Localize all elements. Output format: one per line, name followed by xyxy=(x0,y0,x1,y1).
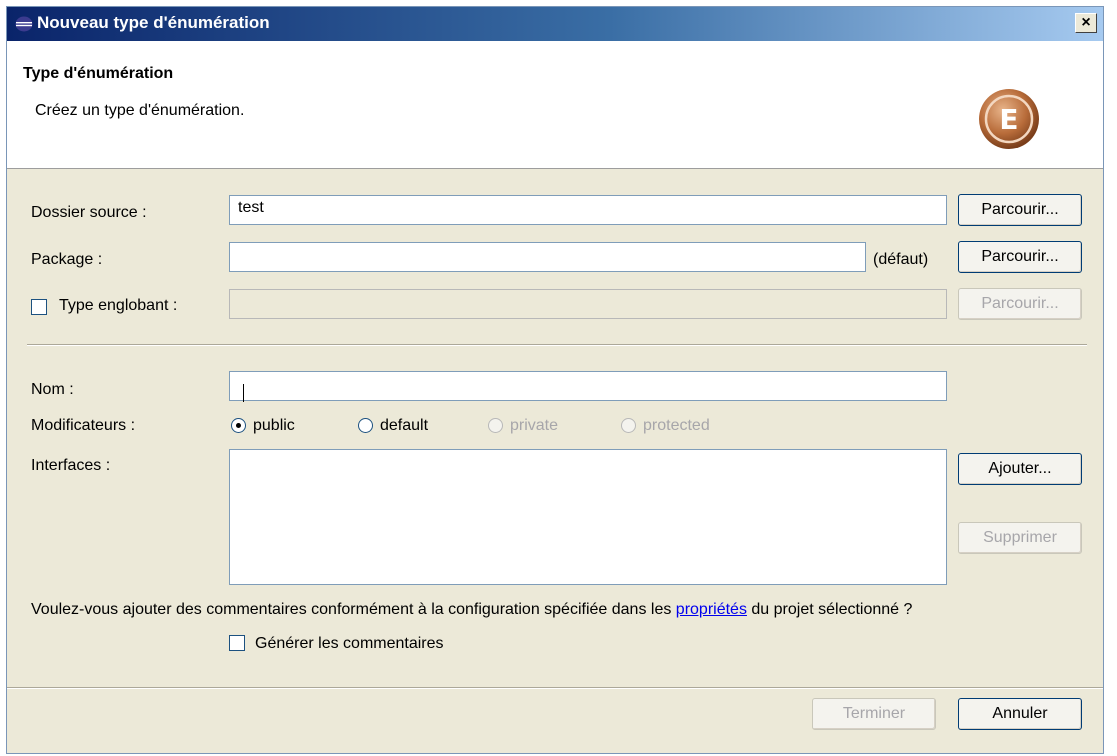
modifiers-label: Modificateurs : xyxy=(31,417,136,434)
package-browse-button[interactable]: Parcourir... xyxy=(958,241,1082,273)
package-default-label: (défaut) xyxy=(873,251,929,268)
comments-question-text: Voulez-vous ajouter des commentaires con… xyxy=(31,601,676,618)
modifier-protected-radio xyxy=(621,418,636,433)
modifier-public-label[interactable]: public xyxy=(253,417,295,435)
window-title: Nouveau type d'énumération xyxy=(37,13,270,32)
generate-comments-checkbox[interactable] xyxy=(229,635,245,651)
modifier-public-radio[interactable] xyxy=(231,418,246,433)
package-label: Package : xyxy=(31,251,103,268)
title-bar: Nouveau type d'énumération × xyxy=(7,7,1103,41)
source-folder-label: Dossier source : xyxy=(31,204,147,221)
wizard-heading: Type d'énumération xyxy=(23,65,174,82)
interfaces-list[interactable] xyxy=(229,449,947,585)
modifier-private-label: private xyxy=(510,417,559,434)
modifier-default-radio[interactable] xyxy=(358,418,373,433)
enclosing-type-browse-button: Parcourir... xyxy=(958,288,1082,320)
add-interface-button[interactable]: Ajouter... xyxy=(958,453,1082,485)
name-input[interactable] xyxy=(229,371,947,401)
close-button[interactable]: × xyxy=(1075,13,1097,33)
eclipse-icon xyxy=(15,16,33,32)
package-input[interactable] xyxy=(229,242,866,272)
modifier-default-label[interactable]: default xyxy=(380,417,428,435)
footer-separator xyxy=(7,687,1103,689)
enclosing-type-label: Type englobant : xyxy=(59,297,178,314)
interfaces-label: Interfaces : xyxy=(31,457,111,474)
cancel-button[interactable]: Annuler xyxy=(958,698,1082,730)
modifier-protected-label: protected xyxy=(643,417,710,434)
enclosing-type-checkbox[interactable] xyxy=(31,299,47,315)
wizard-description: Créez un type d'énumération. xyxy=(35,102,245,119)
source-folder-input[interactable]: test xyxy=(229,195,947,225)
section-separator xyxy=(27,344,1087,346)
dialog-window: Nouveau type d'énumération × Type d'énum… xyxy=(6,6,1104,754)
name-label: Nom : xyxy=(31,381,74,398)
properties-link[interactable]: propriétés xyxy=(676,601,747,618)
source-folder-browse-button[interactable]: Parcourir... xyxy=(958,194,1082,226)
finish-button: Terminer xyxy=(812,698,936,730)
generate-comments-label[interactable]: Générer les commentaires xyxy=(255,635,444,653)
modifier-private-radio xyxy=(488,418,503,433)
text-caret xyxy=(243,384,244,402)
enum-wizard-icon: E xyxy=(979,89,1039,149)
enum-logo-letter: E xyxy=(999,103,1018,136)
enclosing-type-input xyxy=(229,289,947,319)
wizard-banner: Type d'énumération Créez un type d'énumé… xyxy=(7,41,1103,169)
comments-question: Voulez-vous ajouter des commentaires con… xyxy=(31,601,912,619)
remove-interface-button: Supprimer xyxy=(958,522,1082,554)
comments-question-suffix: du projet sélectionné ? xyxy=(746,601,913,618)
